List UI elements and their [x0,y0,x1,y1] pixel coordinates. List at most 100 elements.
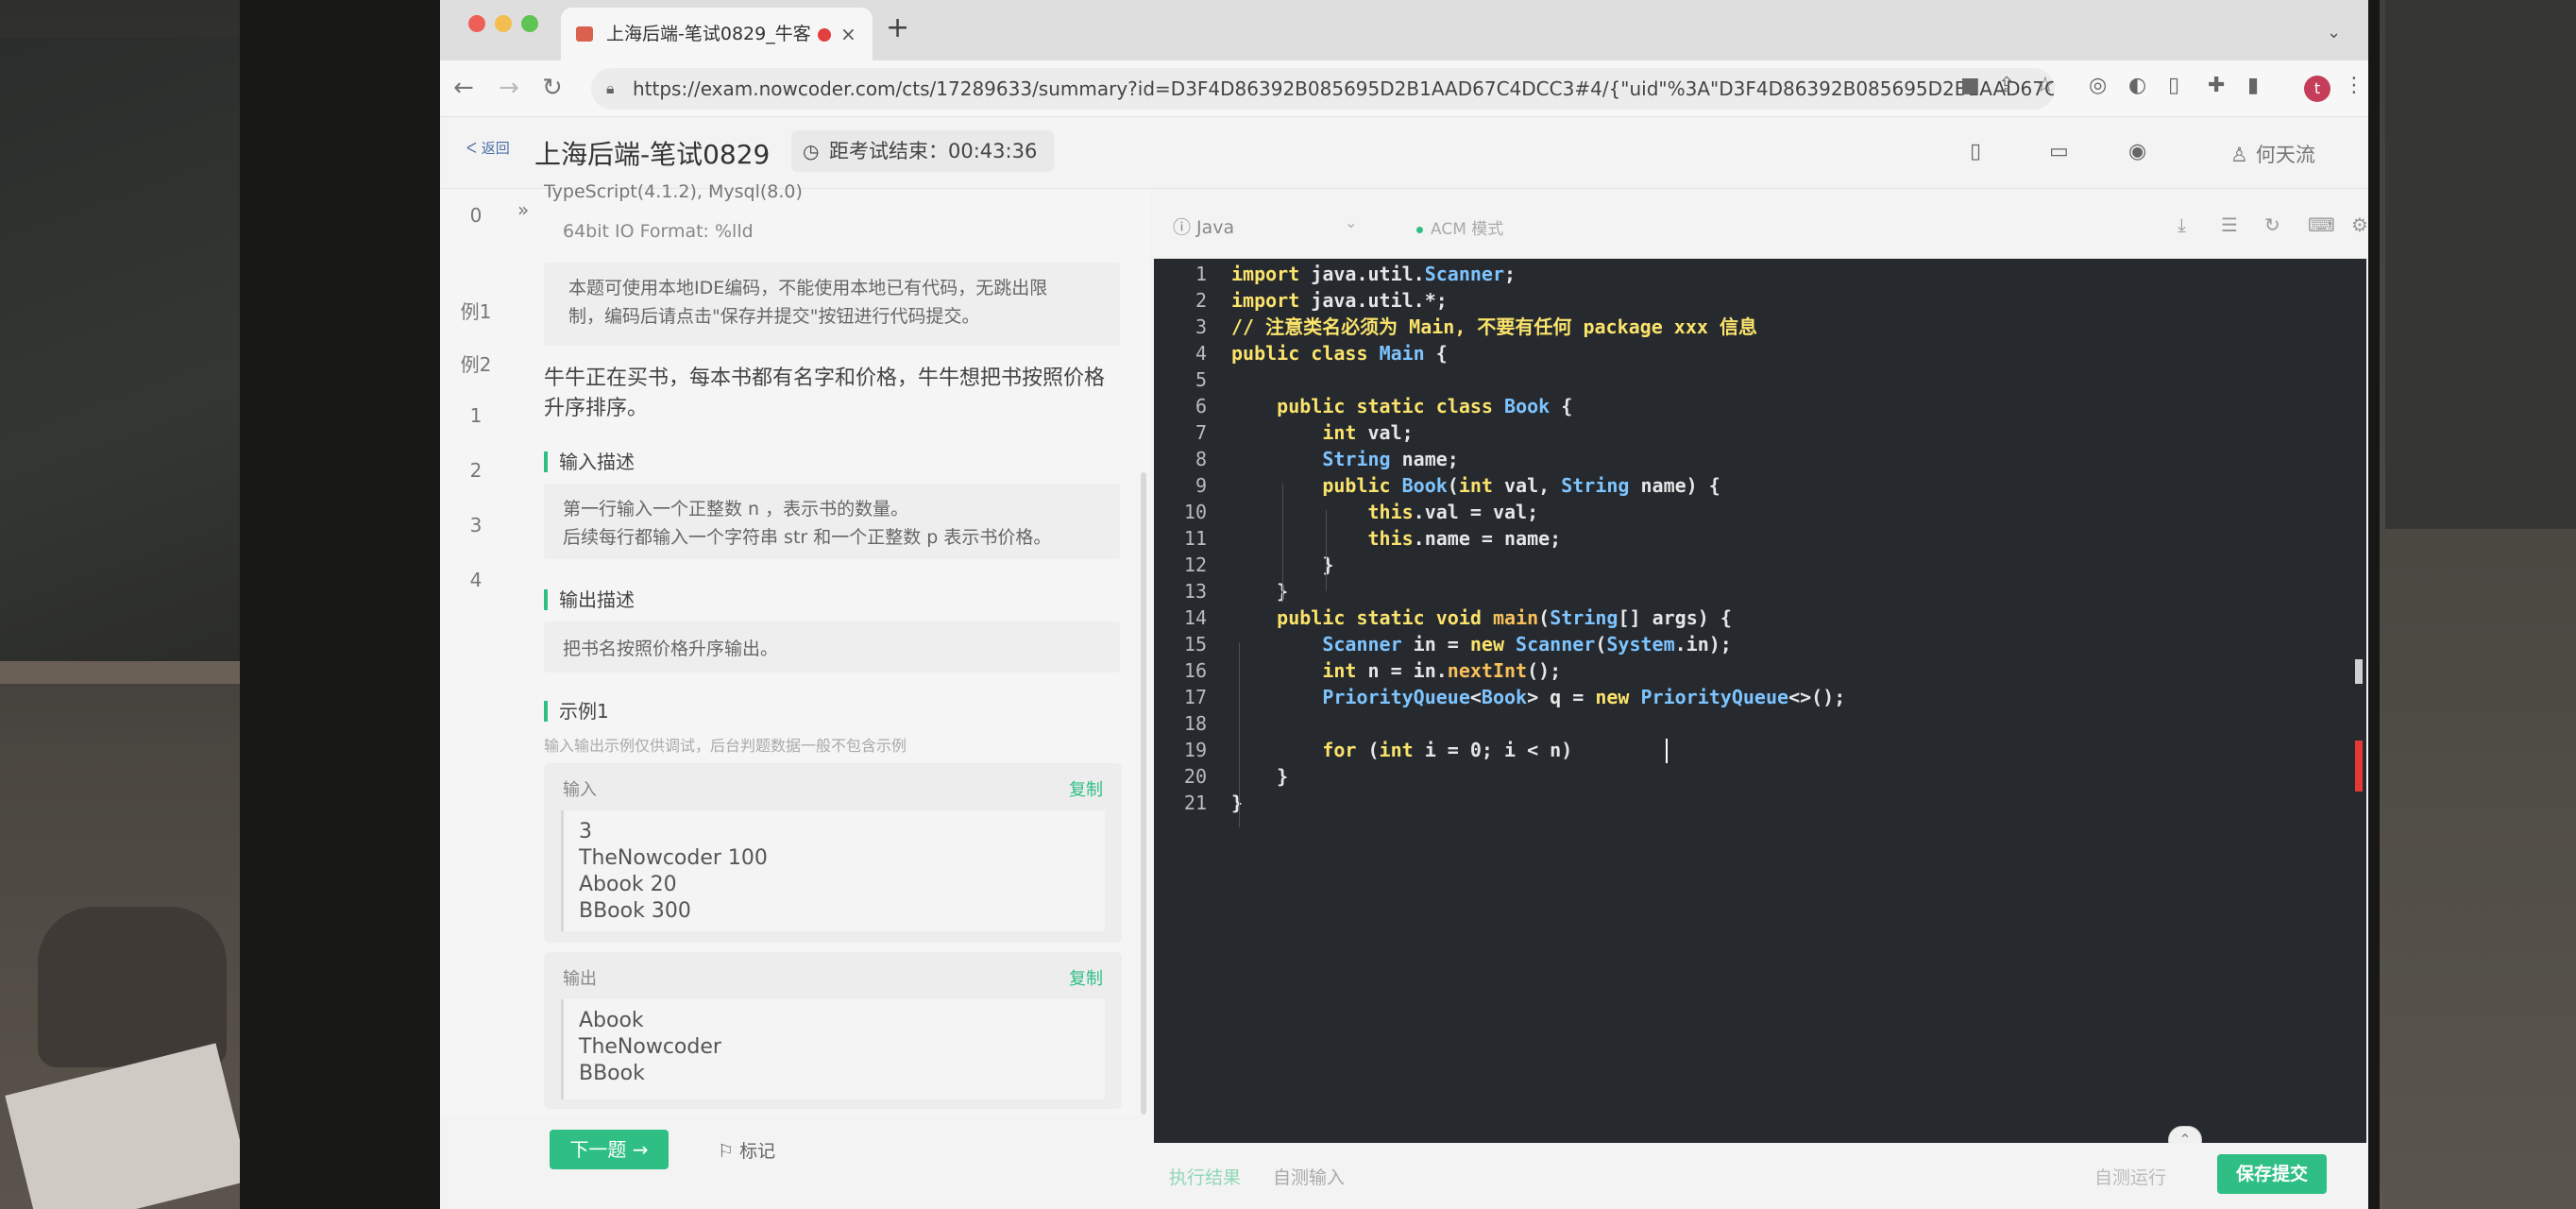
line-number: 9 [1195,474,1207,497]
line-number: 12 [1183,553,1207,576]
indent-guide [1326,510,1327,591]
line-number: 8 [1195,448,1207,470]
qnav-item[interactable]: 3 [440,514,512,536]
code-line[interactable]: } [1231,790,1243,816]
browser-tab-active[interactable]: 上海后端-笔试0829_牛客 × [561,8,873,60]
forward-arrow-icon[interactable]: → [499,74,519,102]
extensions-puzzle-icon[interactable]: ✚ [2208,74,2225,97]
keyboard-icon[interactable]: ⌨ [2308,213,2335,236]
close-window-button[interactable] [468,15,485,32]
statement-line: 牛牛正在买书，每本书都有名字和价格，牛牛想把书按照价格 [544,366,1106,390]
phone-icon[interactable]: ▯ [1970,140,1981,163]
line-number: 20 [1183,765,1207,788]
line-number: 4 [1195,342,1207,365]
maximize-window-button[interactable] [521,15,538,32]
expand-output-button[interactable]: ⌃ [2168,1126,2202,1143]
reset-icon[interactable]: ↻ [2264,213,2280,236]
example-output-box: 输出 复制 Abook TheNowcoder BBook [544,952,1122,1109]
share-icon[interactable]: ⇪ [1998,74,2015,97]
example-input-line: BBook 300 [579,899,691,923]
code-line[interactable]: String name; [1231,446,1459,472]
line-number: 6 [1195,395,1207,417]
line-number: 5 [1195,368,1207,391]
settings-gear-icon[interactable]: ⚙ [2351,213,2368,236]
copy-output-button[interactable]: 复制 [1069,965,1103,990]
browser-window: 上海后端-笔试0829_牛客 × + ⌄ ← → ↻ 🔒︎ https://ex… [440,0,2368,1209]
example-output-line: BBook [579,1062,645,1085]
user-menu[interactable]: ♙ 何天流 [2230,140,2315,168]
code-line[interactable]: import java.util.Scanner; [1231,261,1516,287]
code-line[interactable]: this.val = val; [1231,499,1539,525]
code-line[interactable]: for (int i = 0; i < n) [1231,737,1572,763]
webcam-icon[interactable]: ◉ [2128,140,2146,163]
output-desc-line: 把书名按照价格升序输出。 [563,639,779,659]
code-line[interactable]: Scanner in = new Scanner(System.in); [1231,631,1732,657]
camera-icon[interactable]: ■ [1960,74,1980,97]
qnav-item[interactable]: 例1 [440,297,512,324]
monitor-icon[interactable]: ▭ [2049,140,2069,163]
mark-label: 标记 [739,1141,776,1162]
qnav-item[interactable]: 2 [440,459,512,482]
new-tab-button[interactable]: + [886,11,909,44]
code-line[interactable]: PriorityQueue<Book> q = new PriorityQueu… [1231,684,1845,710]
extension-owl-icon[interactable]: ◎ [2089,74,2107,97]
problem-scrollbar[interactable] [1141,472,1146,1115]
qnav-item[interactable]: 例2 [440,349,512,377]
format-icon[interactable]: ☰ [2221,213,2238,236]
tab-custom-input[interactable]: 自测输入 [1273,1164,1345,1189]
code-line[interactable]: public class Main { [1231,340,1448,366]
bookmark-star-icon[interactable]: ☆ [2036,74,2055,97]
user-icon: ♙ [2230,144,2248,166]
tab-close-icon[interactable]: × [840,8,856,60]
input-label: 输入 [563,780,597,800]
minimize-window-button[interactable] [495,15,512,32]
photo-background-right [2366,0,2576,1209]
tab-search-chevron-icon[interactable]: ⌄ [2327,23,2341,43]
back-arrow-icon[interactable]: ← [453,74,474,102]
code-line[interactable]: public static class Book { [1231,393,1572,419]
input-desc-line: 第一行输入一个正整数 n ，表示书的数量。 [563,499,909,519]
reload-icon[interactable]: ↻ [542,74,563,102]
back-link[interactable]: ᐸ 返回 [466,138,510,158]
language-select[interactable]: ⓘ Java [1173,213,1234,239]
qnav-item[interactable]: 0 [440,204,512,227]
scroll-marker[interactable] [2355,659,2363,684]
profile-avatar[interactable]: t [2304,76,2330,102]
countdown-timer: ◷ 距考试结束：00:43:36 [791,130,1055,172]
code-line[interactable]: int n = in.nextInt(); [1231,657,1561,684]
editor-toolbar: ⓘ Java ⌄ ACM 模式 ⤓ ☰ ↻ ⌨ ⚙ ⛶ [1150,189,2368,259]
side-panel-icon[interactable]: ▮ [2247,74,2259,97]
problem-footer: 下一题 → ⚐ 标记 [440,1115,1150,1209]
lock-icon: 🔒︎ [606,79,615,97]
output-description-title: 输出描述 [544,589,635,610]
code-line[interactable]: public static void main(String[] args) { [1231,604,1732,631]
collapse-panel-icon[interactable]: » [517,198,529,221]
mark-button[interactable]: ⚐ 标记 [718,1137,775,1163]
code-line[interactable]: // 注意类名必须为 Main, 不要有任何 package xxx 信息 [1231,314,1757,340]
code-line[interactable]: int val; [1231,419,1413,446]
chevron-down-icon[interactable]: ⌄ [1345,213,1357,231]
input-description: 第一行输入一个正整数 n ，表示书的数量。 后续每行都输入一个字符串 str 和… [544,484,1120,559]
qnav-item[interactable]: 4 [440,569,512,591]
extension-doc-icon[interactable]: ▯ [2168,74,2179,97]
code-line[interactable]: } [1231,763,1288,790]
self-test-button[interactable]: 自测运行 [2094,1164,2166,1189]
qnav-item[interactable]: 1 [440,404,512,427]
extension-badge-icon[interactable]: ◐ [2128,74,2146,97]
line-number: 17 [1183,686,1207,708]
line-number: 1 [1195,263,1207,285]
code-line[interactable]: } [1231,578,1288,604]
code-line[interactable]: import java.util.*; [1231,287,1448,314]
next-question-button[interactable]: 下一题 → [550,1130,669,1169]
download-icon[interactable]: ⤓ [2178,213,2186,236]
code-editor[interactable]: 1 2 3 4 5 6 7 8 9 10 11 12 13 14 15 16 17 18 19 20 21 import… [1154,259,2366,1143]
browser-menu-icon[interactable]: ⋮ [2344,74,2364,97]
code-line[interactable]: public Book(int val, String name) { [1231,472,1720,499]
text-cursor [1666,739,1668,763]
exam-title: 上海后端-笔试0829 [534,139,771,170]
url-field[interactable]: 🔒︎ https://exam.nowcoder.com/cts/1728963… [591,68,2055,110]
save-submit-button[interactable]: 保存提交 [2217,1154,2327,1194]
copy-input-button[interactable]: 复制 [1069,776,1103,801]
tab-run-result[interactable]: 执行结果 [1169,1164,1241,1189]
code-line[interactable]: this.name = name; [1231,525,1562,552]
